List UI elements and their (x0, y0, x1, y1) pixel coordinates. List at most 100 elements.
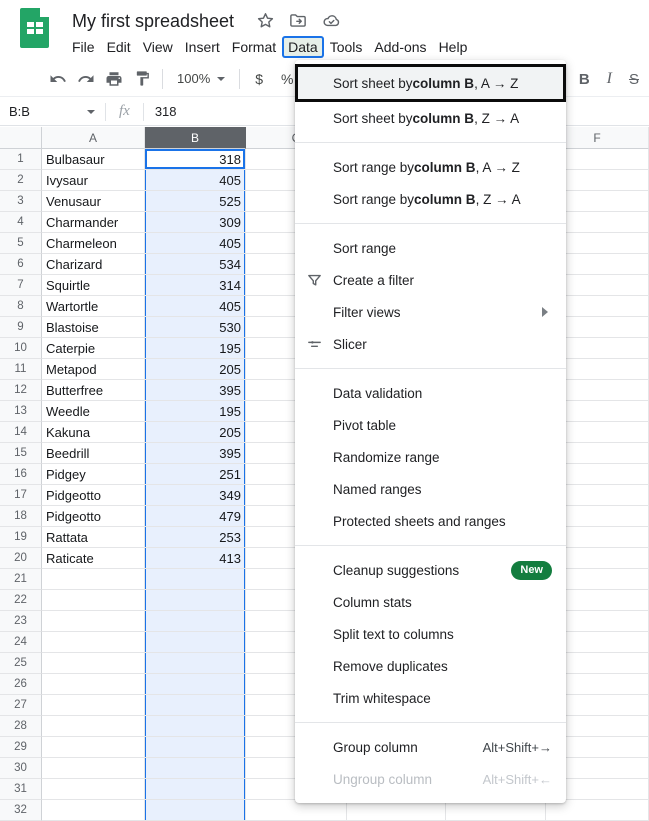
row-header-14[interactable]: 14 (0, 422, 42, 443)
name-box-caret-icon[interactable] (87, 110, 95, 114)
italic-button[interactable]: I (607, 70, 612, 88)
cell-B11[interactable]: 205 (145, 359, 246, 380)
row-header-31[interactable]: 31 (0, 779, 42, 800)
cell-A24[interactable] (42, 632, 145, 653)
menu-item-sort-sheet-by-column-b-z-a[interactable]: Sort sheet by column B, Z → A (295, 102, 566, 134)
row-header-26[interactable]: 26 (0, 674, 42, 695)
cell-B22[interactable] (145, 590, 246, 611)
cell-B25[interactable] (145, 653, 246, 674)
cell-B6[interactable]: 534 (145, 254, 246, 275)
undo-button[interactable] (44, 66, 72, 92)
row-header-32[interactable]: 32 (0, 800, 42, 821)
cell-B27[interactable] (145, 695, 246, 716)
print-button[interactable] (100, 66, 128, 92)
cell-A5[interactable]: Charmeleon (42, 233, 145, 254)
sheets-logo-icon[interactable] (20, 8, 49, 48)
row-header-21[interactable]: 21 (0, 569, 42, 590)
zoom-select[interactable]: 100% (169, 71, 233, 86)
menu-item-protected-sheets-and-ranges[interactable]: Protected sheets and ranges (295, 505, 566, 537)
row-header-3[interactable]: 3 (0, 191, 42, 212)
cell-A7[interactable]: Squirtle (42, 275, 145, 296)
menubar-item-help[interactable]: Help (433, 36, 474, 58)
row-header-23[interactable]: 23 (0, 611, 42, 632)
cell-A31[interactable] (42, 779, 145, 800)
cell-B26[interactable] (145, 674, 246, 695)
cell-B8[interactable]: 405 (145, 296, 246, 317)
cell-A3[interactable]: Venusaur (42, 191, 145, 212)
cell-A21[interactable] (42, 569, 145, 590)
cell-A1[interactable]: Bulbasaur (42, 149, 145, 170)
row-header-7[interactable]: 7 (0, 275, 42, 296)
menu-item-cleanup-suggestions[interactable]: Cleanup suggestionsNew (295, 554, 566, 586)
cell-B29[interactable] (145, 737, 246, 758)
row-header-16[interactable]: 16 (0, 464, 42, 485)
row-header-22[interactable]: 22 (0, 590, 42, 611)
menu-item-sort-sheet-by-column-b-a-z[interactable]: Sort sheet by column B, A → Z (295, 64, 566, 102)
menu-item-column-stats[interactable]: Column stats (295, 586, 566, 618)
name-box[interactable]: B:B (0, 104, 87, 119)
row-header-30[interactable]: 30 (0, 758, 42, 779)
document-title[interactable]: My first spreadsheet (72, 9, 234, 33)
cell-A6[interactable]: Charizard (42, 254, 145, 275)
cell-B3[interactable]: 525 (145, 191, 246, 212)
cell-B4[interactable]: 309 (145, 212, 246, 233)
row-header-8[interactable]: 8 (0, 296, 42, 317)
move-to-folder-icon[interactable] (288, 11, 308, 30)
bold-button[interactable]: B (579, 71, 590, 88)
cell-B12[interactable]: 395 (145, 380, 246, 401)
menu-item-filter-views[interactable]: Filter views (295, 296, 566, 328)
cell-B14[interactable]: 205 (145, 422, 246, 443)
menubar-item-insert[interactable]: Insert (179, 36, 226, 58)
cell-A28[interactable] (42, 716, 145, 737)
cell-B13[interactable]: 195 (145, 401, 246, 422)
row-header-27[interactable]: 27 (0, 695, 42, 716)
menu-item-remove-duplicates[interactable]: Remove duplicates (295, 650, 566, 682)
row-header-12[interactable]: 12 (0, 380, 42, 401)
cell-A18[interactable]: Pidgeotto (42, 506, 145, 527)
menu-item-randomize-range[interactable]: Randomize range (295, 441, 566, 473)
cell-B17[interactable]: 349 (145, 485, 246, 506)
menubar-item-tools[interactable]: Tools (324, 36, 369, 58)
cell-D32[interactable] (347, 800, 446, 821)
row-header-25[interactable]: 25 (0, 653, 42, 674)
cell-A27[interactable] (42, 695, 145, 716)
cell-A9[interactable]: Blastoise (42, 317, 145, 338)
menu-item-data-validation[interactable]: Data validation (295, 377, 566, 409)
menu-item-named-ranges[interactable]: Named ranges (295, 473, 566, 505)
cell-A13[interactable]: Weedle (42, 401, 145, 422)
cell-B20[interactable]: 413 (145, 548, 246, 569)
cell-F32[interactable] (546, 800, 649, 821)
row-header-9[interactable]: 9 (0, 317, 42, 338)
redo-button[interactable] (72, 66, 100, 92)
row-header-11[interactable]: 11 (0, 359, 42, 380)
cell-B30[interactable] (145, 758, 246, 779)
row-header-29[interactable]: 29 (0, 737, 42, 758)
cell-B32[interactable] (145, 800, 246, 821)
cell-A22[interactable] (42, 590, 145, 611)
cell-A15[interactable]: Beedrill (42, 443, 145, 464)
cell-A10[interactable]: Caterpie (42, 338, 145, 359)
cell-B19[interactable]: 253 (145, 527, 246, 548)
column-header-B[interactable]: B (145, 127, 246, 149)
cell-A12[interactable]: Butterfree (42, 380, 145, 401)
menu-item-sort-range[interactable]: Sort range (295, 232, 566, 264)
row-header-20[interactable]: 20 (0, 548, 42, 569)
row-header-19[interactable]: 19 (0, 527, 42, 548)
menu-item-split-text-to-columns[interactable]: Split text to columns (295, 618, 566, 650)
row-header-4[interactable]: 4 (0, 212, 42, 233)
cell-B10[interactable]: 195 (145, 338, 246, 359)
paint-format-button[interactable] (128, 66, 156, 92)
cell-A19[interactable]: Rattata (42, 527, 145, 548)
menubar-item-view[interactable]: View (137, 36, 179, 58)
select-all-corner[interactable] (0, 127, 42, 149)
cell-B31[interactable] (145, 779, 246, 800)
menu-item-slicer[interactable]: Slicer (295, 328, 566, 360)
menu-item-sort-range-by-column-b-a-z[interactable]: Sort range by column B, A → Z (295, 151, 566, 183)
menubar-item-file[interactable]: File (66, 36, 101, 58)
menubar-item-edit[interactable]: Edit (101, 36, 137, 58)
menu-item-sort-range-by-column-b-z-a[interactable]: Sort range by column B, Z → A (295, 183, 566, 215)
cell-A16[interactable]: Pidgey (42, 464, 145, 485)
row-header-2[interactable]: 2 (0, 170, 42, 191)
row-header-28[interactable]: 28 (0, 716, 42, 737)
cell-A29[interactable] (42, 737, 145, 758)
